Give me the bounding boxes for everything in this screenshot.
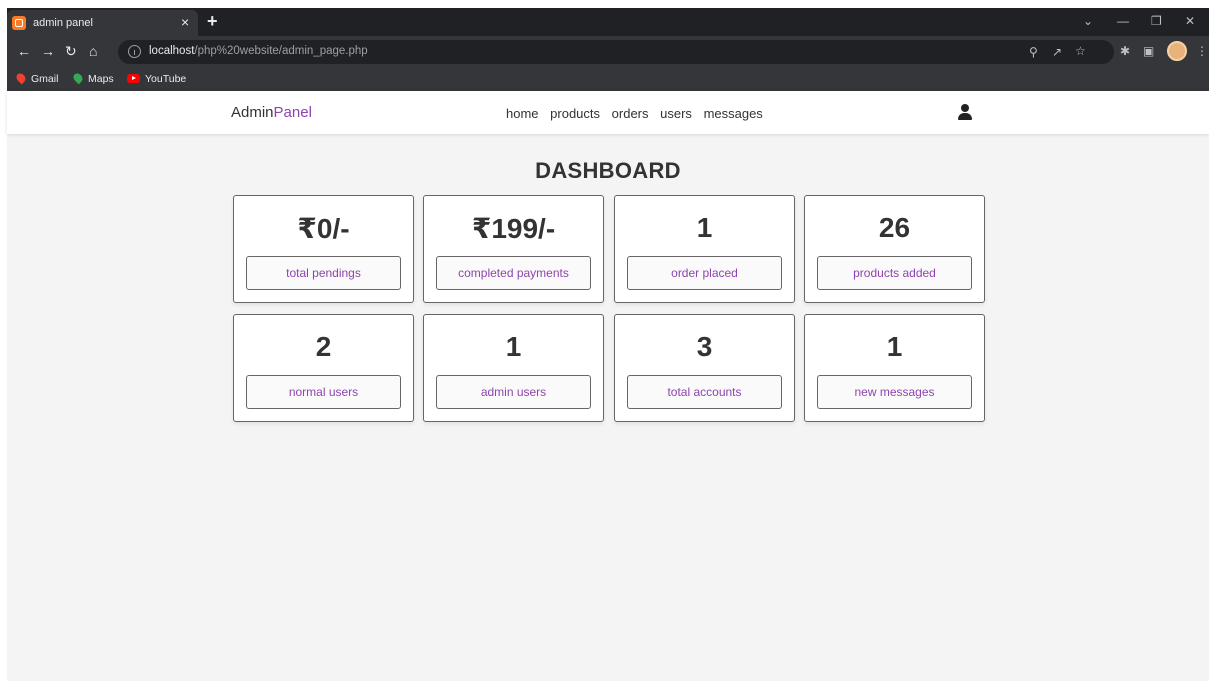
card-value: 3 (696, 331, 713, 362)
bookmarks-bar: Gmail Maps YouTube (7, 68, 1209, 91)
card-label-button[interactable]: total pendings (246, 256, 401, 290)
forward-icon[interactable]: → (41, 43, 55, 59)
page-title: DASHBOARD (535, 158, 681, 183)
browser-tab[interactable]: admin panel × (7, 10, 198, 36)
card-value: 1 (505, 331, 522, 362)
card-label-button[interactable]: products added (817, 256, 972, 290)
youtube-icon (127, 74, 140, 83)
logo[interactable]: AdminPanel (231, 104, 312, 121)
tab-close-icon[interactable]: × (181, 14, 189, 30)
gmail-pin-icon (14, 71, 28, 85)
bookmark-gmail[interactable]: Gmail (14, 71, 58, 85)
card-new-messages: 1 new messages (804, 314, 985, 422)
main-nav: home products orders users messages (506, 106, 771, 121)
browser-toolbar: ← → ↻ ⌂ localhost/php%20website/admin_pa… (7, 36, 1209, 68)
reload-icon[interactable]: ↻ (65, 43, 77, 60)
share-icon[interactable]: ↗ (1052, 45, 1062, 59)
profile-avatar[interactable] (1167, 41, 1187, 61)
card-value: ₹0/- (297, 213, 350, 244)
tab-strip: admin panel × + ⌄ — ❐ ✕ (7, 8, 1209, 36)
admin-page: AdminPanel home products orders users me… (7, 91, 1209, 681)
card-label-button[interactable]: admin users (436, 375, 591, 409)
home-icon[interactable]: ⌂ (89, 43, 97, 59)
site-favicon-icon (12, 16, 26, 30)
card-label-button[interactable]: total accounts (627, 375, 782, 409)
maps-pin-icon (71, 71, 85, 85)
card-completed-payments: ₹199/- completed payments (423, 195, 604, 303)
browser-chrome: admin panel × + ⌄ — ❐ ✕ ← → ↻ ⌂ localhos… (7, 8, 1209, 91)
card-label-button[interactable]: completed payments (436, 256, 591, 290)
nav-orders[interactable]: orders (612, 106, 649, 121)
user-icon[interactable] (958, 104, 972, 120)
nav-messages[interactable]: messages (704, 106, 763, 121)
tab-search-icon[interactable]: ⌄ (1083, 14, 1093, 28)
card-value: ₹199/- (471, 213, 556, 244)
card-total-pendings: ₹0/- total pendings (233, 195, 414, 303)
tab-title: admin panel (33, 17, 93, 29)
card-admin-users: 1 admin users (423, 314, 604, 422)
card-label-button[interactable]: normal users (246, 375, 401, 409)
card-products-added: 26 products added (804, 195, 985, 303)
card-value: 1 (696, 212, 713, 243)
card-order-placed: 1 order placed (614, 195, 795, 303)
url-text: localhost/php%20website/admin_page.php (149, 45, 368, 57)
card-label-button[interactable]: new messages (817, 375, 972, 409)
site-info-icon[interactable] (128, 45, 141, 58)
address-bar[interactable]: localhost/php%20website/admin_page.php ⚲… (118, 40, 1114, 64)
minimize-icon[interactable]: — (1117, 14, 1129, 28)
side-panel-icon[interactable]: ▣ (1143, 44, 1154, 58)
bookmark-star-icon[interactable]: ☆ (1075, 44, 1086, 58)
card-value: 2 (315, 331, 332, 362)
back-icon[interactable]: ← (17, 43, 31, 59)
extensions-icon[interactable]: ✱ (1120, 44, 1130, 58)
nav-users[interactable]: users (660, 106, 692, 121)
card-normal-users: 2 normal users (233, 314, 414, 422)
close-window-icon[interactable]: ✕ (1185, 14, 1195, 28)
bookmark-maps[interactable]: Maps (71, 71, 114, 85)
card-total-accounts: 3 total accounts (614, 314, 795, 422)
site-header: AdminPanel home products orders users me… (7, 91, 1209, 134)
bookmark-youtube[interactable]: YouTube (127, 73, 186, 85)
card-value: 26 (878, 212, 911, 243)
nav-home[interactable]: home (506, 106, 539, 121)
restore-icon[interactable]: ❐ (1151, 14, 1162, 28)
nav-products[interactable]: products (550, 106, 600, 121)
zoom-icon[interactable]: ⚲ (1029, 45, 1038, 59)
card-value: 1 (886, 331, 903, 362)
card-label-button[interactable]: order placed (627, 256, 782, 290)
menu-kebab-icon[interactable]: ⋮ (1196, 44, 1208, 58)
new-tab-button[interactable]: + (207, 11, 218, 32)
